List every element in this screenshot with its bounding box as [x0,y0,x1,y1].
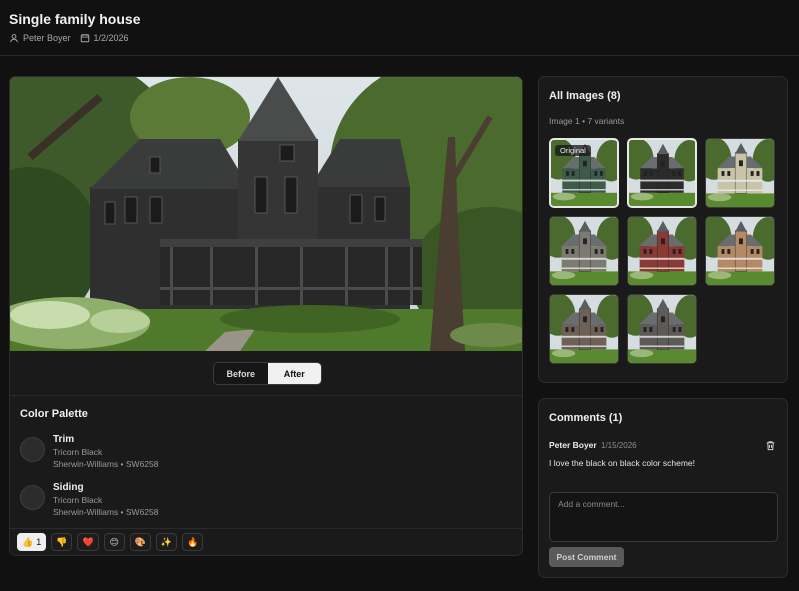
thumbnail-5[interactable] [627,216,697,286]
color-swatch [20,485,45,510]
reaction-sparkles[interactable]: ✨ [155,533,178,551]
reaction-bar: 👍 1 👎 ❤️ 😊 🎨 ✨ 🔥 [17,533,204,551]
palette-item-trim: Trim Tricorn Black Sherwin-Williams • SW… [20,433,158,470]
palette-color-name: Tricorn Black [53,447,103,457]
all-images-card: All Images (8) Image 1 • 7 variants Orig… [538,76,788,383]
house-thumbnail-image [628,295,696,363]
house-thumbnail-image [550,295,618,363]
all-images-title: All Images (8) [549,90,621,102]
images-subtitle: Image 1 • 7 variants [549,116,625,126]
user-icon [10,34,18,43]
reaction-thumbs-up[interactable]: 👍 1 [17,533,47,551]
date-meta: 1/2/2026 [80,33,129,43]
reaction-heart[interactable]: ❤️ [77,533,99,551]
project-date: 1/2/2026 [93,33,129,43]
comment-date: 1/15/2026 [601,441,637,450]
reaction-count: 1 [36,537,42,547]
comment-text: I love the black on black color scheme! [549,458,695,468]
thumbs-down-icon: 👎 [56,536,68,547]
house-thumbnail-image [629,140,695,206]
comment-input[interactable] [549,492,778,542]
divider [10,528,522,529]
thumbnail-2[interactable] [627,138,697,208]
palette-icon: 🎨 [134,536,146,547]
fire-icon: 🔥 [187,536,199,547]
divider [10,395,522,396]
house-thumbnail-image [628,217,696,285]
calendar-icon [80,33,89,43]
reaction-smile[interactable]: 😊 [103,533,125,551]
thumbnail-6[interactable] [705,216,775,286]
color-palette-title: Color Palette [20,408,88,420]
before-after-toggle: Before After [213,362,322,385]
house-thumbnail-image [550,217,618,285]
palette-item-name: Trim [53,434,75,445]
sparkles-icon: ✨ [160,536,173,547]
comments-card: Comments (1) Peter Boyer 1/15/2026 I lov… [538,398,788,578]
palette-color-code: Sherwin-Williams • SW6258 [53,459,159,469]
smile-icon: 😊 [109,536,119,547]
reaction-palette[interactable]: 🎨 [129,533,151,551]
author-name: Peter Boyer [23,33,71,43]
main-image-card: Before After Color Palette Trim Tricorn … [9,76,523,556]
before-button[interactable]: Before [214,363,268,384]
color-swatch [20,437,45,462]
reaction-thumbs-down[interactable]: 👎 [51,533,73,551]
house-photo [10,77,522,351]
thumbs-up-icon: 👍 [22,536,34,547]
palette-color-name: Tricorn Black [53,495,103,505]
after-button[interactable]: After [267,363,321,384]
heart-icon: ❤️ [82,536,94,547]
page-title: Single family house [9,11,141,27]
post-comment-button[interactable]: Post Comment [549,547,624,567]
project-meta: Peter Boyer 1/2/2026 [9,33,129,43]
thumbnail-7[interactable] [549,294,619,364]
comments-title: Comments (1) [549,412,623,424]
thumbnail-3[interactable] [705,138,775,208]
palette-item-siding: Siding Tricorn Black Sherwin-Williams • … [20,481,158,518]
page-header: Single family house Peter Boyer 1/2/2026 [0,0,799,56]
reaction-fire[interactable]: 🔥 [182,533,204,551]
comment-author: Peter Boyer [549,440,597,450]
house-thumbnail-image [706,217,774,285]
thumbnail-8[interactable] [627,294,697,364]
thumbnail-4[interactable] [549,216,619,286]
original-badge: Original [555,145,591,156]
palette-color-code: Sherwin-Williams • SW6258 [53,507,159,517]
trash-icon[interactable] [765,440,776,451]
author-meta: Peter Boyer [9,33,71,43]
house-thumbnail-image [706,139,774,207]
palette-item-name: Siding [53,482,84,493]
